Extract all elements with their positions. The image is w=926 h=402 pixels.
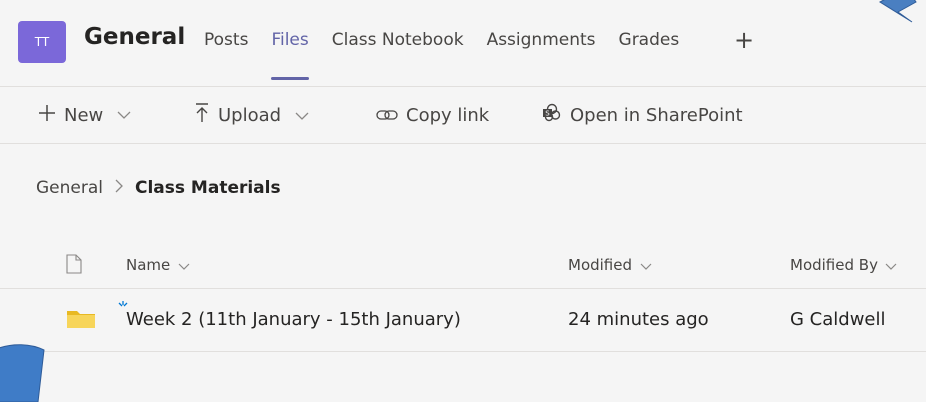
new-label: New xyxy=(64,104,104,126)
copy-link-label: Copy link xyxy=(406,104,490,126)
channel-title: General xyxy=(84,24,186,50)
annotation-arrow-icon xyxy=(879,0,917,23)
column-header-name-label: Name xyxy=(126,256,171,274)
new-item-icon xyxy=(117,297,129,309)
link-icon xyxy=(376,103,398,127)
open-in-sharepoint-button[interactable]: S Open in SharePoint xyxy=(542,103,743,128)
open-in-sharepoint-label: Open in SharePoint xyxy=(570,105,743,126)
annotation-arrow-icon xyxy=(0,344,45,402)
channel-header: TT General Posts Files Class Notebook As… xyxy=(0,0,926,87)
file-icon[interactable] xyxy=(66,254,82,274)
breadcrumb-current: Class Materials xyxy=(135,178,281,198)
tab-files[interactable]: Files xyxy=(271,30,310,80)
tab-assignments[interactable]: Assignments xyxy=(487,30,596,78)
chevron-down-icon xyxy=(882,260,898,273)
column-header-modified-label: Modified xyxy=(568,256,633,274)
breadcrumb: General Class Materials xyxy=(36,178,281,198)
upload-icon xyxy=(194,103,210,128)
breadcrumb-root[interactable]: General xyxy=(36,178,103,198)
plus-icon xyxy=(38,103,56,127)
tab-posts[interactable]: Posts xyxy=(204,30,248,78)
folder-icon xyxy=(66,309,96,329)
copy-link-button[interactable]: Copy link xyxy=(376,103,489,127)
upload-label: Upload xyxy=(218,105,282,126)
channel-tabs: Posts Files Class Notebook Assignments G… xyxy=(204,30,702,80)
column-header-modified-by-label: Modified By xyxy=(790,256,878,274)
file-name[interactable]: Week 2 (11th January - 15th January) xyxy=(126,309,461,330)
new-button[interactable]: New xyxy=(38,103,131,127)
chevron-down-icon xyxy=(295,109,309,123)
files-content: General Class Materials Name Modified Mo… xyxy=(0,144,926,402)
column-header-modified-by[interactable]: Modified By xyxy=(790,256,897,274)
files-toolbar: New Upload Copy link S Open in SharePoin… xyxy=(0,87,926,144)
column-header-name[interactable]: Name xyxy=(126,256,190,274)
column-header-modified[interactable]: Modified xyxy=(568,256,652,274)
chevron-down-icon xyxy=(117,108,131,122)
file-modified-by: G Caldwell xyxy=(790,309,886,330)
file-modified: 24 minutes ago xyxy=(568,309,709,330)
chevron-down-icon xyxy=(174,260,190,273)
tab-class-notebook[interactable]: Class Notebook xyxy=(332,30,464,78)
tab-grades[interactable]: Grades xyxy=(619,30,680,78)
table-row[interactable]: Week 2 (11th January - 15th January) 24 … xyxy=(0,289,926,352)
chevron-right-icon xyxy=(115,178,123,198)
sharepoint-icon: S xyxy=(542,103,562,128)
add-tab-button[interactable]: + xyxy=(734,26,754,54)
file-list-header: Name Modified Modified By xyxy=(0,244,926,289)
chevron-down-icon xyxy=(636,260,652,273)
svg-text:S: S xyxy=(545,110,550,118)
upload-button[interactable]: Upload xyxy=(194,103,309,128)
team-avatar[interactable]: TT xyxy=(18,21,66,63)
